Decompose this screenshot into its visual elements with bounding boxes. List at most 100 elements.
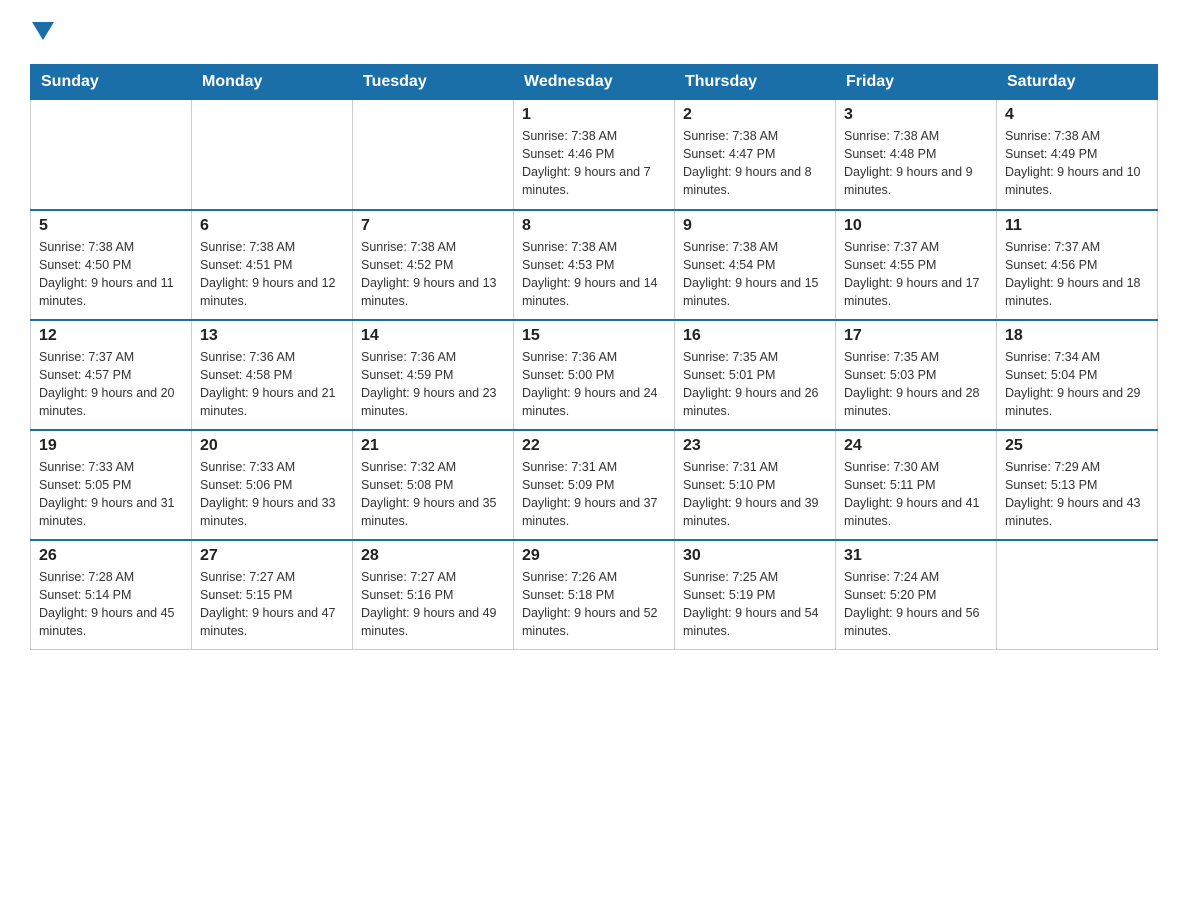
day-of-week-header: Wednesday <box>514 65 675 100</box>
calendar-week-row: 5Sunrise: 7:38 AMSunset: 4:50 PMDaylight… <box>31 210 1158 320</box>
day-number: 30 <box>683 547 827 565</box>
calendar-day-cell: 29 Sunrise: 7:26 AMSunset: 5:18 PMDayligh… <box>514 540 675 650</box>
day-number: 25 <box>1005 437 1149 455</box>
day-number: 18 <box>1005 327 1149 345</box>
day-number: 21 <box>361 437 505 455</box>
calendar-day-cell: 4 Sunrise: 7:38 AMSunset: 4:49 PMDaylight… <box>997 100 1158 210</box>
day-info: Sunrise: 7:31 AMSunset: 5:10 PMDaylight:… <box>683 458 827 531</box>
calendar-day-cell: 8 Sunrise: 7:38 AMSunset: 4:53 PMDaylight… <box>514 210 675 320</box>
day-info: Sunrise: 7:25 AMSunset: 5:19 PMDaylight:… <box>683 568 827 641</box>
calendar-day-cell: 17 Sunrise: 7:35 AMSunset: 5:03 PMDayligh… <box>836 320 997 430</box>
day-number: 1 <box>522 106 666 124</box>
day-number: 6 <box>200 217 344 235</box>
day-of-week-header: Friday <box>836 65 997 100</box>
day-number: 14 <box>361 327 505 345</box>
calendar-day-cell <box>31 100 192 210</box>
calendar-day-cell: 7Sunrise: 7:38 AMSunset: 4:52 PMDaylight… <box>353 210 514 320</box>
calendar-day-cell: 15 Sunrise: 7:36 AMSunset: 5:00 PMDayligh… <box>514 320 675 430</box>
day-info: Sunrise: 7:38 AMSunset: 4:54 PMDaylight:… <box>683 238 827 311</box>
calendar-day-cell: 6Sunrise: 7:38 AMSunset: 4:51 PMDaylight… <box>192 210 353 320</box>
day-number: 15 <box>522 327 666 345</box>
page-header <box>30 20 1158 44</box>
day-number: 27 <box>200 547 344 565</box>
calendar-day-cell: 24 Sunrise: 7:30 AMSunset: 5:11 PMDayligh… <box>836 430 997 540</box>
day-number: 3 <box>844 106 988 124</box>
calendar-week-row: 26Sunrise: 7:28 AMSunset: 5:14 PMDayligh… <box>31 540 1158 650</box>
calendar-day-cell: 1 Sunrise: 7:38 AMSunset: 4:46 PMDaylight… <box>514 100 675 210</box>
calendar-day-cell: 2Sunrise: 7:38 AMSunset: 4:47 PMDaylight… <box>675 100 836 210</box>
day-info: Sunrise: 7:38 AMSunset: 4:46 PMDaylight:… <box>522 127 666 200</box>
day-info: Sunrise: 7:38 AMSunset: 4:48 PMDaylight:… <box>844 127 988 200</box>
day-number: 29 <box>522 547 666 565</box>
day-number: 5 <box>39 217 183 235</box>
day-number: 10 <box>844 217 988 235</box>
calendar-day-cell: 11Sunrise: 7:37 AMSunset: 4:56 PMDayligh… <box>997 210 1158 320</box>
day-info: Sunrise: 7:33 AMSunset: 5:05 PMDaylight:… <box>39 458 183 531</box>
day-of-week-header: Sunday <box>31 65 192 100</box>
day-info: Sunrise: 7:37 AMSunset: 4:57 PMDaylight:… <box>39 348 183 421</box>
calendar-day-cell: 21 Sunrise: 7:32 AMSunset: 5:08 PMDayligh… <box>353 430 514 540</box>
calendar-day-cell <box>353 100 514 210</box>
day-number: 17 <box>844 327 988 345</box>
day-info: Sunrise: 7:38 AMSunset: 4:49 PMDaylight:… <box>1005 127 1149 200</box>
day-number: 31 <box>844 547 988 565</box>
calendar-day-cell: 3 Sunrise: 7:38 AMSunset: 4:48 PMDaylight… <box>836 100 997 210</box>
day-info: Sunrise: 7:30 AMSunset: 5:11 PMDaylight:… <box>844 458 988 531</box>
calendar-day-cell: 23 Sunrise: 7:31 AMSunset: 5:10 PMDayligh… <box>675 430 836 540</box>
day-info: Sunrise: 7:37 AMSunset: 4:55 PMDaylight:… <box>844 238 988 311</box>
calendar-day-cell: 12Sunrise: 7:37 AMSunset: 4:57 PMDayligh… <box>31 320 192 430</box>
day-number: 22 <box>522 437 666 455</box>
day-number: 24 <box>844 437 988 455</box>
day-info: Sunrise: 7:28 AMSunset: 5:14 PMDaylight:… <box>39 568 183 641</box>
calendar-day-cell <box>997 540 1158 650</box>
calendar-day-cell: 28 Sunrise: 7:27 AMSunset: 5:16 PMDayligh… <box>353 540 514 650</box>
day-info: Sunrise: 7:38 AMSunset: 4:47 PMDaylight:… <box>683 127 827 200</box>
calendar-day-cell: 22Sunrise: 7:31 AMSunset: 5:09 PMDayligh… <box>514 430 675 540</box>
day-of-week-header: Tuesday <box>353 65 514 100</box>
calendar-day-cell: 13 Sunrise: 7:36 AMSunset: 4:58 PMDayligh… <box>192 320 353 430</box>
calendar-day-cell: 10 Sunrise: 7:37 AMSunset: 4:55 PMDayligh… <box>836 210 997 320</box>
day-info: Sunrise: 7:38 AMSunset: 4:53 PMDaylight:… <box>522 238 666 311</box>
day-info: Sunrise: 7:36 AMSunset: 4:59 PMDaylight:… <box>361 348 505 421</box>
calendar-day-cell: 27 Sunrise: 7:27 AMSunset: 5:15 PMDayligh… <box>192 540 353 650</box>
day-number: 13 <box>200 327 344 345</box>
calendar-day-cell: 18 Sunrise: 7:34 AMSunset: 5:04 PMDayligh… <box>997 320 1158 430</box>
day-of-week-header: Saturday <box>997 65 1158 100</box>
calendar-day-cell: 26Sunrise: 7:28 AMSunset: 5:14 PMDayligh… <box>31 540 192 650</box>
day-number: 23 <box>683 437 827 455</box>
day-number: 11 <box>1005 217 1149 235</box>
day-number: 8 <box>522 217 666 235</box>
day-info: Sunrise: 7:32 AMSunset: 5:08 PMDaylight:… <box>361 458 505 531</box>
calendar-day-cell: 25 Sunrise: 7:29 AMSunset: 5:13 PMDayligh… <box>997 430 1158 540</box>
day-info: Sunrise: 7:36 AMSunset: 5:00 PMDaylight:… <box>522 348 666 421</box>
day-info: Sunrise: 7:34 AMSunset: 5:04 PMDaylight:… <box>1005 348 1149 421</box>
calendar-day-cell: 14 Sunrise: 7:36 AMSunset: 4:59 PMDayligh… <box>353 320 514 430</box>
day-header-row: SundayMondayTuesdayWednesdayThursdayFrid… <box>31 65 1158 100</box>
day-info: Sunrise: 7:26 AMSunset: 5:18 PMDaylight:… <box>522 568 666 641</box>
calendar-day-cell <box>192 100 353 210</box>
day-info: Sunrise: 7:33 AMSunset: 5:06 PMDaylight:… <box>200 458 344 531</box>
day-info: Sunrise: 7:35 AMSunset: 5:03 PMDaylight:… <box>844 348 988 421</box>
calendar-day-cell: 31Sunrise: 7:24 AMSunset: 5:20 PMDayligh… <box>836 540 997 650</box>
day-number: 19 <box>39 437 183 455</box>
calendar-day-cell: 19 Sunrise: 7:33 AMSunset: 5:05 PMDayligh… <box>31 430 192 540</box>
calendar-day-cell: 5Sunrise: 7:38 AMSunset: 4:50 PMDaylight… <box>31 210 192 320</box>
calendar-day-cell: 20 Sunrise: 7:33 AMSunset: 5:06 PMDayligh… <box>192 430 353 540</box>
day-number: 9 <box>683 217 827 235</box>
calendar-week-row: 19 Sunrise: 7:33 AMSunset: 5:05 PMDayligh… <box>31 430 1158 540</box>
calendar-week-row: 12Sunrise: 7:37 AMSunset: 4:57 PMDayligh… <box>31 320 1158 430</box>
day-info: Sunrise: 7:29 AMSunset: 5:13 PMDaylight:… <box>1005 458 1149 531</box>
calendar-day-cell: 9 Sunrise: 7:38 AMSunset: 4:54 PMDaylight… <box>675 210 836 320</box>
day-number: 16 <box>683 327 827 345</box>
day-number: 28 <box>361 547 505 565</box>
logo-arrow-icon <box>32 22 54 44</box>
day-info: Sunrise: 7:27 AMSunset: 5:16 PMDaylight:… <box>361 568 505 641</box>
day-info: Sunrise: 7:27 AMSunset: 5:15 PMDaylight:… <box>200 568 344 641</box>
day-info: Sunrise: 7:36 AMSunset: 4:58 PMDaylight:… <box>200 348 344 421</box>
day-of-week-header: Monday <box>192 65 353 100</box>
day-info: Sunrise: 7:35 AMSunset: 5:01 PMDaylight:… <box>683 348 827 421</box>
day-number: 4 <box>1005 106 1149 124</box>
calendar-table: SundayMondayTuesdayWednesdayThursdayFrid… <box>30 64 1158 650</box>
calendar-week-row: 1 Sunrise: 7:38 AMSunset: 4:46 PMDaylight… <box>31 100 1158 210</box>
day-number: 20 <box>200 437 344 455</box>
